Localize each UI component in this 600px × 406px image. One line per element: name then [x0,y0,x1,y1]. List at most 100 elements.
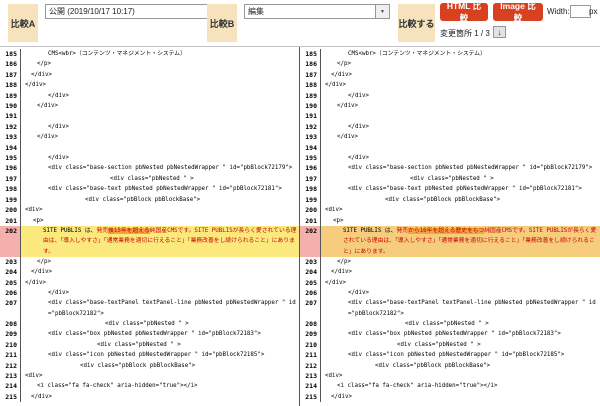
code-text: </div> [21,153,299,163]
code-segment: </div> [25,82,46,88]
line-number: 190 [0,101,21,111]
code-segment: </div> [337,103,358,109]
line-number: 199 [0,195,21,205]
line-number: 192 [300,122,321,132]
code-row: 195</div> [0,153,299,163]
code-row: 188</div> [300,80,600,90]
code-text: <div class="box pbNested pbNestedWrapper… [21,329,299,339]
line-number: 186 [0,59,21,69]
code-row: 212<div class="pbBlock pbBlockBase"> [0,361,299,371]
line-number: 213 [300,371,321,381]
down-arrow-icon: ↓ [498,28,502,37]
code-text: <p> [321,216,600,226]
code-segment: <div class="pbBlock pbBlockBase"> [385,197,500,203]
line-number: 189 [300,91,321,101]
line-number: 211 [0,350,21,360]
code-text: </p> [321,257,600,267]
code-segment: 発売 [396,228,408,234]
compare-execute-button[interactable]: 比較する [398,4,435,42]
compare-a-select[interactable]: 公開 (2019/10/17 10:17) ▼ [45,4,231,19]
code-text: <div class="box pbNested pbNestedWrapper… [321,329,600,339]
code-text: <div class="pbNested " > [321,340,600,350]
compare-b-label: 比較B [207,4,237,42]
code-text: </div> [21,101,299,111]
code-segment: <div class="base-textPanel textPanel-lin… [348,300,596,316]
line-number: 198 [0,184,21,194]
line-number: 198 [300,184,321,194]
next-change-button[interactable]: ↓ [493,26,506,38]
code-row: 213<div> [300,371,600,381]
code-text: </div> [321,153,600,163]
code-row: 185CMS<wbr>（コンテンツ・マネジメント・システム） [300,49,600,59]
code-segment: <div> [25,207,42,213]
code-row: 194 [300,143,600,153]
code-row: 200<div> [0,205,299,215]
line-number: 207 [300,298,321,319]
compare-a-label: 比較A [8,4,38,42]
code-text: </div> [321,91,600,101]
code-row: 203</p> [0,257,299,267]
code-row: 211<div class="icon pbNested pbNestedWra… [300,350,600,360]
code-row: 193</div> [300,132,600,142]
code-segment: </div> [325,280,346,286]
line-number: 186 [300,59,321,69]
image-compare-button[interactable]: Image 比較 [493,3,543,21]
code-text: </p> [21,257,299,267]
code-row: 212<div class="pbBlock pbBlockBase"> [300,361,600,371]
width-unit-label: px [589,7,597,16]
code-segment: <div class="pbNested " > [105,321,189,327]
code-row: 189</div> [300,91,600,101]
line-number: 196 [0,163,21,173]
code-row: 205</div> [300,278,600,288]
line-number: 190 [300,101,321,111]
code-text: <div class="base-section pbNested pbNest… [321,163,600,173]
code-row: 206 </div> [0,288,299,298]
line-number: 187 [300,70,321,80]
line-number: 206 [0,288,21,298]
code-row: 213<div> [0,371,299,381]
code-text: <div class="pbNested " > [21,319,299,329]
compare-b-selected-value: 編集 [245,6,375,17]
code-segment: </div> [31,394,52,400]
code-text: <div class="pbNested " > [321,319,600,329]
code-segment: <div class="box pbNested pbNestedWrapper… [348,331,561,337]
code-row: 196<div class="base-section pbNested pbN… [0,163,299,173]
code-text [21,143,299,153]
code-segment: </div> [331,269,352,275]
code-row: 207<div class="base-textPanel textPanel-… [0,298,299,319]
line-number: 215 [0,392,21,402]
code-segment: <p> [33,218,43,224]
line-number: 211 [300,350,321,360]
line-number: 195 [300,153,321,163]
line-number: 206 [300,288,321,298]
code-text: </div> [321,132,600,142]
code-row: 205</div> [0,278,299,288]
compare-b-select[interactable]: 編集 ▼ [244,4,390,19]
line-number: 185 [0,49,21,59]
code-segment: </div> [48,290,69,296]
code-row: 214<i class="fa fa-check" aria-hidden="t… [0,381,299,391]
line-number: 209 [300,329,321,339]
line-number: 215 [300,392,321,402]
code-row: 191 [300,111,600,121]
code-text: </div> [321,288,600,298]
code-row: 190</div> [0,101,299,111]
code-text: </div> [21,278,299,288]
line-number: 212 [0,361,21,371]
code-row: 201<p> [300,216,600,226]
code-text: CMS<wbr>（コンテンツ・マネジメント・システム） [321,49,600,59]
code-row: 186</p> [0,59,299,69]
width-input[interactable] [570,5,591,18]
code-text: </p> [21,59,299,69]
code-text: </p> [321,59,600,69]
code-segment: </div> [331,72,352,78]
code-segment: <div class="pbNested " > [110,176,194,182]
line-number: 194 [0,143,21,153]
line-number: 203 [0,257,21,267]
width-label: Width: [547,7,570,16]
code-segment: <div class="pbNested " > [97,342,181,348]
code-text: <div> [21,371,299,381]
html-compare-button[interactable]: HTML 比較 [440,3,488,21]
code-text: </div> [321,278,600,288]
code-text: <div class="pbNested " > [321,174,600,184]
